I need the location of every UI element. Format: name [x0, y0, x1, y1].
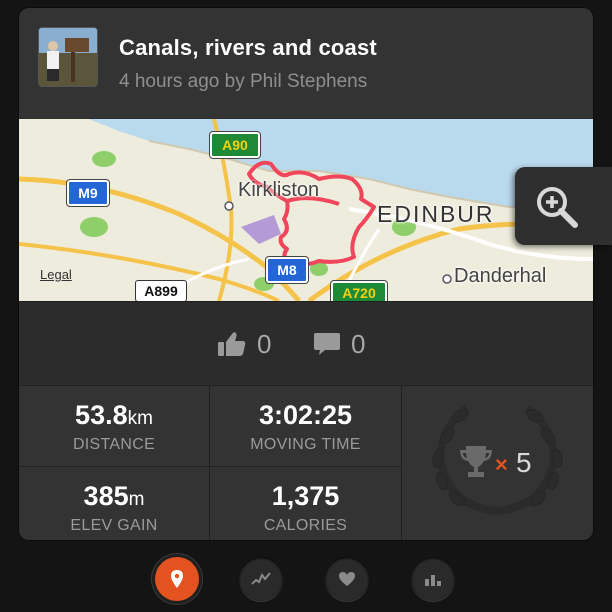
- stat-distance-label: DISTANCE: [72, 436, 156, 453]
- analysis-icon: [251, 572, 271, 585]
- road-sign-m8: M8: [266, 257, 308, 283]
- stat-moving-time-label: MOVING TIME: [250, 436, 361, 453]
- kudos-count: 0: [257, 328, 272, 359]
- activity-card: Canals, rivers and coast 4 hours ago by …: [19, 8, 593, 540]
- activity-title[interactable]: Canals, rivers and coast: [119, 35, 377, 61]
- comments-button[interactable]: 0: [313, 325, 365, 363]
- route-map[interactable]: A90 M9 Kirkliston EDINBUR Legal A899 M8 …: [19, 119, 593, 301]
- trophy-icon: [460, 446, 492, 477]
- comment-count: 0: [351, 328, 366, 359]
- activity-header[interactable]: Canals, rivers and coast 4 hours ago by …: [19, 8, 593, 118]
- road-sign-m9: M9: [67, 180, 109, 206]
- road-sign-a899: A899: [135, 280, 187, 301]
- social-bar: 0 0: [19, 301, 593, 386]
- place-label-kirkliston: Kirkliston: [238, 179, 320, 201]
- road-sign-a90: A90: [210, 132, 260, 158]
- stat-distance-value: 53.8: [75, 400, 128, 430]
- place-label-danderhall: Danderhal: [454, 265, 547, 287]
- tab-map[interactable]: [155, 557, 199, 601]
- map-legal-link[interactable]: Legal: [40, 267, 72, 282]
- stat-elev-gain-label: ELEV GAIN: [70, 517, 158, 534]
- tab-heart[interactable]: [325, 557, 369, 601]
- stat-moving-time-value: 3:02:25: [258, 400, 353, 430]
- tab-analysis[interactable]: [239, 557, 283, 601]
- stat-moving-time: 3:02:25 MOVING TIME: [210, 385, 402, 466]
- stat-elev-gain-value: 385: [83, 481, 129, 511]
- stat-calories-label: CALORIES: [263, 517, 348, 534]
- thumbs-up-icon: [218, 332, 246, 356]
- kudos-button[interactable]: 0: [217, 325, 271, 363]
- stat-calories: 1,375 CALORIES: [210, 466, 402, 540]
- map-pin-icon: [171, 570, 183, 588]
- stat-distance-value-row: 53.8km: [19, 400, 209, 431]
- achievement-count: 5: [516, 447, 532, 478]
- avatar[interactable]: [38, 27, 98, 87]
- segments-icon: [425, 575, 441, 586]
- heart-icon: [339, 572, 355, 586]
- achievements-panel[interactable]: × 5: [402, 385, 593, 540]
- stat-distance-unit: km: [127, 408, 153, 429]
- stat-elev-gain-unit: m: [128, 489, 145, 510]
- bottom-tab-bar: [0, 540, 612, 612]
- tab-segments[interactable]: [411, 557, 455, 601]
- map-zoom-button[interactable]: [515, 167, 612, 245]
- zoom-in-icon: [537, 187, 578, 228]
- stat-elev-gain: 385m ELEV GAIN: [19, 466, 210, 540]
- comment-icon: [314, 333, 340, 355]
- stat-distance: 53.8km DISTANCE: [19, 385, 210, 466]
- road-sign-a720: A720: [331, 281, 387, 301]
- stat-elev-gain-value-row: 385m: [19, 481, 209, 512]
- stats-grid: 53.8km DISTANCE 3:02:25 MOVING TIME 385m…: [19, 385, 593, 540]
- achievement-multiplier: ×: [495, 452, 508, 477]
- activity-subtitle: 4 hours ago by Phil Stephens: [119, 71, 368, 92]
- stat-calories-value: 1,375: [271, 481, 340, 511]
- place-label-edinburgh: EDINBUR: [377, 201, 495, 227]
